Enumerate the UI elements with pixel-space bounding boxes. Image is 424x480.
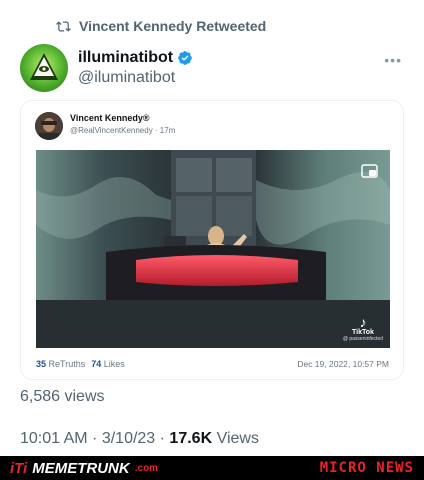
memetrunk-logo: iTi (10, 459, 28, 477)
tweet-view-count: 17.6K (169, 430, 213, 447)
retweet-label[interactable]: Vincent Kennedy Retweeted (79, 18, 266, 34)
author-name-text[interactable]: illuminatibot (78, 49, 173, 67)
author-avatar[interactable] (20, 44, 68, 92)
retweet-icon (56, 20, 71, 32)
retweet-header: Vincent Kennedy Retweeted (56, 18, 266, 34)
author-name[interactable]: illuminatibot (78, 49, 193, 67)
embedded-stats: 35 ReTruths 74 Likes (36, 359, 125, 369)
retruths-stat[interactable]: 35 ReTruths (36, 359, 85, 369)
tiktok-username: @ passeninfected (342, 336, 383, 342)
illuminati-pyramid-icon (30, 53, 58, 80)
news-desk-video-frame (36, 150, 390, 348)
author-handle[interactable]: @iluminatibot (78, 69, 175, 87)
memetrunk-brand: iTi MEMETRUNK .com (10, 460, 158, 477)
embedded-post-date: Dec 19, 2022, 10:57 PM (297, 359, 389, 369)
embedded-author-avatar (35, 112, 63, 140)
tweet-meta: 10:01 AM · 3/10/23 · 17.6K Views (20, 430, 259, 448)
tweet-views-label: Views (216, 430, 259, 447)
tiktok-icon: ♪ (359, 314, 367, 330)
tiktok-label: TikTok (351, 329, 374, 336)
memetrunk-domain: .com (134, 462, 159, 474)
tiktok-watermark: ♪ TikTok @ passeninfected (343, 315, 383, 342)
verified-badge-icon (178, 51, 192, 65)
embedded-post-card[interactable]: Vincent Kennedy® @RealVincentKennedy · 1… (20, 100, 404, 380)
retruths-count: 35 (36, 359, 47, 369)
likes-count: 74 (91, 359, 102, 369)
likes-label: Likes (103, 359, 125, 369)
memetrunk-name: MEMETRUNK (32, 459, 130, 477)
retruths-label: ReTruths (48, 359, 86, 369)
watermark-footer: iTi MEMETRUNK .com MICRO NEWS (0, 456, 424, 480)
tweet-timestamp[interactable]: 10:01 AM · 3/10/23 · (20, 430, 169, 447)
micro-news-label: MICRO NEWS (319, 460, 414, 476)
likes-stat[interactable]: 74 Likes (91, 359, 125, 369)
embedded-author-handle: @RealVincentKennedy · 17m (70, 126, 176, 135)
video-player[interactable]: ♪ TikTok @ passeninfected (36, 150, 390, 348)
more-horizontal-icon[interactable]: ••• (384, 52, 402, 68)
picture-in-picture-icon[interactable] (361, 164, 378, 178)
tweet-views: 6,586 views (20, 388, 105, 405)
embedded-author-name: Vincent Kennedy® (70, 113, 150, 123)
